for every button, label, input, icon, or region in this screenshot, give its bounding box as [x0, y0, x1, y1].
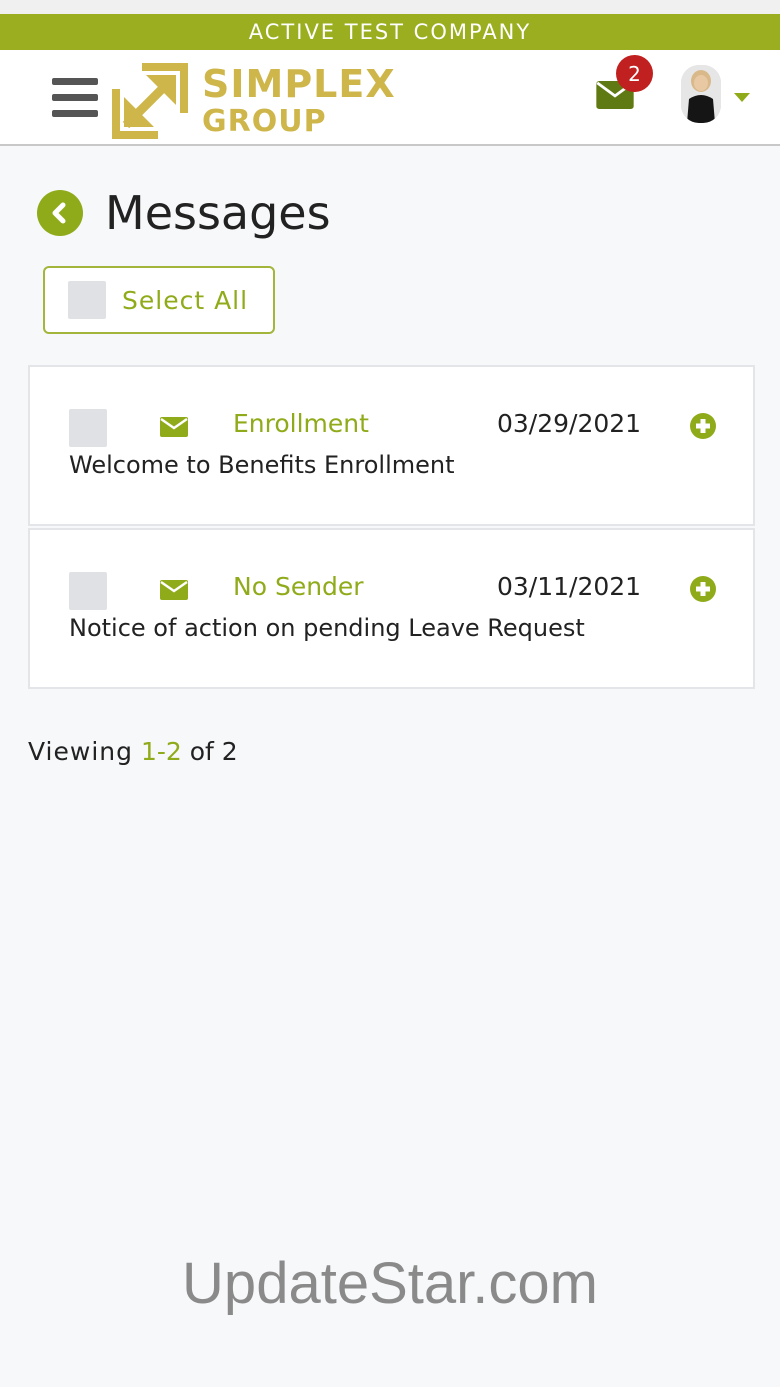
message-checkbox[interactable]: [69, 572, 107, 610]
message-item[interactable]: Enrollment 03/29/2021 Welcome to Benefit…: [28, 365, 755, 526]
envelope-icon: [160, 580, 188, 600]
message-sender: No Sender: [233, 572, 364, 601]
simplex-group-logo[interactable]: SIMPLEX GROUP: [112, 63, 396, 139]
logo-text-line2: GROUP: [202, 104, 327, 139]
message-sender: Enrollment: [233, 409, 369, 438]
avatar-photo: [681, 65, 721, 123]
message-item[interactable]: No Sender 03/11/2021 Notice of action on…: [28, 528, 755, 689]
caret-down-icon[interactable]: [734, 93, 750, 102]
company-banner: ACTIVE TEST COMPANY: [0, 14, 780, 50]
watermark: UpdateStar.com: [182, 1251, 598, 1316]
status-strip: [0, 0, 780, 14]
page-title: Messages: [105, 186, 331, 240]
envelope-icon: [160, 417, 188, 437]
page-title-row: Messages: [37, 186, 331, 240]
hamburger-icon[interactable]: [52, 78, 98, 118]
chevron-left-circle-icon[interactable]: [37, 190, 83, 236]
plus-circle-icon[interactable]: [689, 412, 717, 440]
message-date: 03/11/2021: [497, 572, 642, 601]
select-all-checkbox[interactable]: [68, 281, 106, 319]
pagination-suffix: of 2: [189, 737, 238, 766]
pagination-range: 1-2: [140, 737, 182, 766]
select-all-label: Select All: [122, 285, 249, 315]
pagination-summary: Viewing 1-2 of 2: [28, 737, 238, 766]
select-all-button[interactable]: Select All: [43, 266, 275, 334]
company-name: ACTIVE TEST COMPANY: [248, 20, 532, 44]
message-list: Enrollment 03/29/2021 Welcome to Benefit…: [28, 365, 755, 691]
logo-text-line1: SIMPLEX: [202, 62, 396, 106]
logo-mark-icon: [112, 63, 188, 139]
message-subject: Welcome to Benefits Enrollment: [69, 451, 455, 479]
message-subject: Notice of action on pending Leave Reques…: [69, 614, 585, 642]
message-checkbox[interactable]: [69, 409, 107, 447]
user-avatar[interactable]: [681, 65, 721, 123]
app-header: SIMPLEX GROUP: [0, 50, 780, 146]
message-date: 03/29/2021: [497, 409, 642, 438]
pagination-prefix: Viewing: [28, 737, 133, 766]
unread-count-badge[interactable]: 2: [616, 55, 653, 92]
plus-circle-icon[interactable]: [689, 575, 717, 603]
